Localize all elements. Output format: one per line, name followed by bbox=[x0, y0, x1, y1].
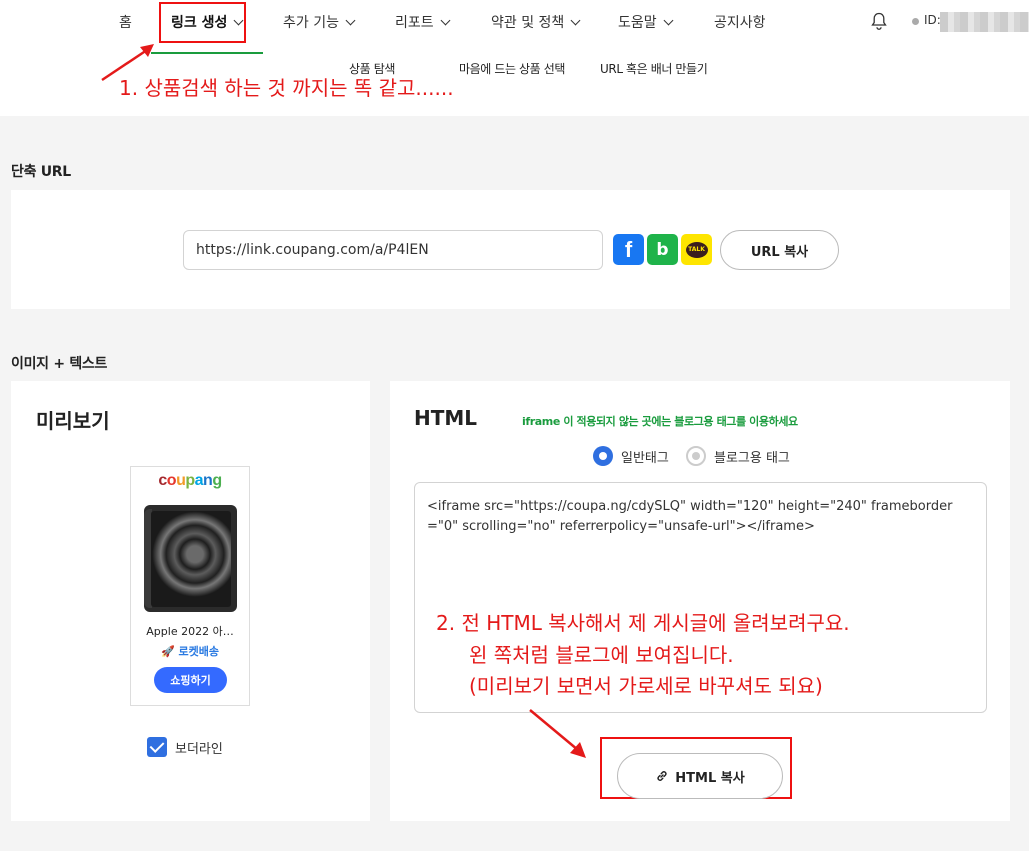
nav-home-label: 홈 bbox=[119, 15, 132, 31]
logo-letter: o bbox=[166, 472, 177, 489]
nav-report[interactable]: 리포트 bbox=[395, 12, 451, 32]
facebook-glyph: f bbox=[624, 236, 633, 262]
radio-blog-label: 블로그용 태그 bbox=[714, 451, 790, 466]
subnav-favorite[interactable]: 마음에 드는 상품 선택 bbox=[459, 60, 565, 77]
logo-letter: n bbox=[203, 472, 213, 489]
url-copy-button[interactable]: URL 복사 bbox=[720, 230, 839, 270]
chevron-down-icon bbox=[440, 15, 451, 25]
user-id-label: ID: bbox=[924, 13, 941, 27]
rocket-delivery-badge: 🚀 로켓배송 bbox=[160, 645, 219, 658]
band-icon[interactable]: b bbox=[647, 234, 678, 265]
coupang-logo: coupang bbox=[131, 472, 249, 490]
logo-letter: u bbox=[176, 472, 186, 489]
product-image bbox=[144, 505, 237, 612]
logo-letter: g bbox=[212, 472, 222, 489]
radio-general-label: 일반태그 bbox=[621, 451, 669, 466]
shop-button[interactable]: 쇼핑하기 bbox=[154, 667, 227, 693]
status-dot bbox=[912, 18, 919, 25]
nav-extra[interactable]: 추가 기능 bbox=[283, 12, 356, 32]
chevron-down-icon bbox=[570, 15, 581, 25]
kakaotalk-icon[interactable]: TALK bbox=[681, 234, 712, 265]
html-title: HTML bbox=[414, 406, 478, 430]
nav-notice-label: 공지사항 bbox=[714, 15, 766, 31]
annotation-arrow-2 bbox=[529, 709, 586, 758]
chevron-down-icon bbox=[345, 15, 356, 25]
annotation-text-1: 1. 상품검색 하는 것 까지는 똑 같고...... bbox=[119, 76, 454, 100]
annotation-highlight-box bbox=[159, 2, 246, 43]
active-nav-underline bbox=[151, 52, 263, 54]
nav-terms[interactable]: 약관 및 정책 bbox=[491, 12, 581, 32]
nav-notice[interactable]: 공지사항 bbox=[714, 12, 766, 32]
radio-general-tag[interactable] bbox=[593, 446, 613, 466]
nav-help-label: 도움말 bbox=[618, 15, 657, 31]
nav-report-label: 리포트 bbox=[395, 15, 434, 31]
nav-extra-label: 추가 기능 bbox=[283, 15, 339, 31]
facebook-icon[interactable]: f bbox=[613, 234, 644, 265]
short-url-section-title: 단축 URL bbox=[11, 164, 71, 180]
radio-blog-tag[interactable] bbox=[686, 446, 706, 466]
kakaotalk-bubble: TALK bbox=[685, 241, 708, 258]
product-name: Apple 2022 아… bbox=[146, 625, 234, 638]
image-text-section-title: 이미지 + 텍스트 bbox=[11, 356, 108, 372]
chevron-down-icon bbox=[663, 15, 674, 25]
logo-letter: p bbox=[185, 472, 195, 489]
logo-letter: c bbox=[158, 472, 167, 489]
html-copy-button[interactable]: HTML 복사 bbox=[617, 753, 783, 799]
product-preview-card: coupang Apple 2022 아… 🚀 로켓배송 쇼핑하기 bbox=[130, 466, 250, 706]
redacted-user-id bbox=[940, 12, 1029, 32]
nav-terms-label: 약관 및 정책 bbox=[491, 15, 565, 31]
subnav-url-banner[interactable]: URL 혹은 배너 만들기 bbox=[600, 60, 708, 77]
link-icon bbox=[657, 771, 667, 781]
html-copy-label: HTML 복사 bbox=[675, 770, 745, 786]
logo-letter: a bbox=[194, 472, 204, 489]
band-glyph: b bbox=[656, 239, 669, 260]
annotation-text-2b: 왼 쪽처럼 블로그에 보여집니다. bbox=[469, 643, 734, 667]
preview-title: 미리보기 bbox=[36, 409, 110, 433]
border-line-checkbox[interactable] bbox=[147, 737, 167, 757]
nav-help[interactable]: 도움말 bbox=[618, 12, 674, 32]
border-line-label: 보더라인 bbox=[175, 742, 223, 757]
nav-home[interactable]: 홈 bbox=[119, 12, 132, 32]
annotation-text-2c: (미리보기 보면서 가로세로 바꾸셔도 되요) bbox=[469, 674, 823, 698]
bell-icon[interactable] bbox=[871, 12, 887, 30]
iframe-note: iframe 이 적용되지 않는 곳에는 블로그용 태그를 이용하세요 bbox=[522, 415, 798, 428]
short-url-field[interactable]: https://link.coupang.com/a/P4lEN bbox=[183, 230, 603, 270]
annotation-text-2a: 2. 전 HTML 복사해서 제 게시글에 올려보려구요. bbox=[436, 611, 850, 635]
